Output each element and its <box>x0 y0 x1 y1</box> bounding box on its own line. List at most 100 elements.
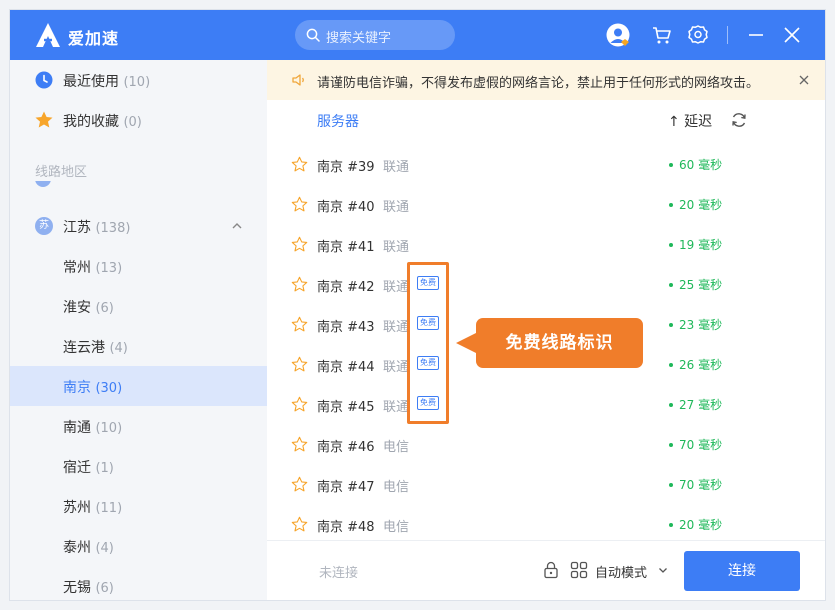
search-input[interactable]: 搜索关键字 <box>326 27 391 46</box>
connection-status: 未连接 <box>319 566 359 581</box>
province-icon: 苏 <box>35 217 53 235</box>
server-latency: 70 毫秒 <box>669 436 722 453</box>
sidebar-item-count: (6) <box>95 301 114 316</box>
server-row[interactable]: 南京 #42 联通 免费 25 毫秒 <box>267 265 825 305</box>
server-name: 南京 #45 <box>317 400 375 415</box>
chevron-up-icon[interactable] <box>232 222 242 230</box>
server-name: 南京 #39 <box>317 160 375 175</box>
callout-arrow <box>456 333 476 353</box>
sidebar-item-count: (4) <box>95 541 114 556</box>
server-row[interactable]: 南京 #39 联通 60 毫秒 <box>267 145 825 185</box>
column-header-server[interactable]: 服务器 <box>317 111 359 131</box>
favorite-star-icon[interactable] <box>291 196 308 213</box>
server-latency: 25 毫秒 <box>669 276 722 293</box>
sidebar-item-city[interactable]: 无锡 (6) <box>10 566 267 600</box>
sidebar-item-label: 宿迁 <box>63 460 91 476</box>
sidebar-item-label: 江苏 <box>63 220 91 236</box>
grid-mode-icon[interactable] <box>570 561 588 579</box>
sidebar-item-city[interactable]: 淮安 (6) <box>10 286 267 326</box>
sidebar-item-city[interactable]: 连云港 (4) <box>10 326 267 366</box>
favorite-star-icon[interactable] <box>291 516 308 533</box>
server-row[interactable]: 南京 #47 电信 70 毫秒 <box>267 465 825 505</box>
server-latency: 23 毫秒 <box>669 316 722 333</box>
server-isp: 联通 <box>383 280 410 295</box>
server-row[interactable]: 南京 #41 联通 19 毫秒 <box>267 225 825 265</box>
server-name: 南京 #41 <box>317 240 375 255</box>
sidebar-item-count: (1) <box>95 461 114 476</box>
notice-close-icon[interactable] <box>798 74 810 86</box>
sidebar-item-label: 连云港 <box>63 340 105 356</box>
sidebar-item-province-jiangsu[interactable]: 苏 江苏 (138) <box>10 206 267 246</box>
server-name: 南京 #47 <box>317 480 375 495</box>
server-row[interactable]: 南京 #40 联通 20 毫秒 <box>267 185 825 225</box>
favorite-star-icon[interactable] <box>291 236 308 253</box>
server-row[interactable]: 南京 #48 电信 20 毫秒 <box>267 505 825 545</box>
app-title: 爱加速 <box>68 29 120 48</box>
favorite-star-icon[interactable] <box>291 356 308 373</box>
server-name: 南京 #43 <box>317 320 375 335</box>
server-row[interactable]: 南京 #45 联通 免费 27 毫秒 <box>267 385 825 425</box>
cart-icon[interactable] <box>650 23 674 47</box>
gear-icon[interactable] <box>686 23 710 47</box>
favorite-star-icon[interactable] <box>291 316 308 333</box>
favorite-star-icon[interactable] <box>291 156 308 173</box>
sidebar-item-city[interactable]: 南通 (10) <box>10 406 267 446</box>
sidebar-item-label: 苏州 <box>63 500 91 516</box>
server-isp: 联通 <box>383 160 410 175</box>
sidebar-item-label: 淮安 <box>63 300 91 316</box>
title-bar: 爱加速 搜索关键字 <box>10 10 825 60</box>
server-name: 南京 #46 <box>317 440 375 455</box>
server-isp: 联通 <box>383 240 410 255</box>
favorite-star-icon[interactable] <box>291 396 308 413</box>
sidebar-item-city[interactable]: 苏州 (11) <box>10 486 267 526</box>
sidebar-item-city[interactable]: 常州 (13) <box>10 246 267 286</box>
sidebar-item-count: (10) <box>95 421 123 436</box>
server-isp: 电信 <box>383 520 410 535</box>
sidebar-item-recent[interactable]: 最近使用 (10) <box>10 60 267 100</box>
lock-icon[interactable] <box>542 561 560 579</box>
server-latency: 70 毫秒 <box>669 476 722 493</box>
search-icon <box>306 28 320 42</box>
speaker-icon <box>292 74 304 86</box>
sidebar-item-count: (30) <box>95 381 123 396</box>
server-name: 南京 #42 <box>317 280 375 295</box>
star-icon <box>35 111 53 128</box>
notice-bar: 请谨防电信诈骗，不得发布虚假的网络言论，禁止用于任何形式的网络攻击。 <box>267 60 825 100</box>
sidebar-item-label: 常州 <box>63 260 91 276</box>
connect-button[interactable]: 连接 <box>684 551 800 591</box>
server-latency: 60 毫秒 <box>669 156 722 173</box>
sort-by-delay[interactable]: ↑ 延迟 <box>668 111 712 131</box>
annotation-callout: 免费线路标识 <box>476 318 643 368</box>
sidebar-item-label: 南通 <box>63 420 91 436</box>
server-isp: 联通 <box>383 400 410 415</box>
sidebar-item-count: (4) <box>109 341 128 356</box>
sidebar-item-label: 泰州 <box>63 540 91 556</box>
sidebar-item-count: (138) <box>95 221 131 236</box>
mode-selector[interactable]: 自动模式 <box>595 562 647 581</box>
refresh-icon[interactable] <box>730 111 748 129</box>
sidebar-item-label: 最近使用 <box>63 74 119 90</box>
sidebar-item-city[interactable]: 宿迁 (1) <box>10 446 267 486</box>
server-name: 南京 #44 <box>317 360 375 375</box>
server-latency: 19 毫秒 <box>669 236 722 253</box>
sidebar-item-label: 南京 <box>63 380 91 396</box>
close-icon[interactable] <box>780 23 804 47</box>
server-name: 南京 #40 <box>317 200 375 215</box>
sidebar-item-city[interactable]: 泰州 (4) <box>10 526 267 566</box>
avatar-icon[interactable] <box>606 23 630 47</box>
search-box[interactable]: 搜索关键字 <box>295 20 455 50</box>
sidebar-item-favorites[interactable]: 我的收藏 (0) <box>10 100 267 140</box>
chevron-down-icon[interactable] <box>658 565 668 575</box>
favorite-star-icon[interactable] <box>291 276 308 293</box>
favorite-star-icon[interactable] <box>291 476 308 493</box>
sidebar-item-count: (0) <box>123 115 142 130</box>
server-isp: 联通 <box>383 320 410 335</box>
sidebar-item-city-selected[interactable]: 南京 (30) <box>10 366 267 406</box>
minimize-icon[interactable] <box>744 23 768 47</box>
app-window: 爱加速 搜索关键字 最近使用 (10) 我的收藏 (0) 线路地区 苏 江苏 (… <box>10 10 825 600</box>
server-latency: 20 毫秒 <box>669 196 722 213</box>
server-isp: 联通 <box>383 360 410 375</box>
server-row[interactable]: 南京 #46 电信 70 毫秒 <box>267 425 825 465</box>
app-logo-icon <box>36 23 60 47</box>
favorite-star-icon[interactable] <box>291 436 308 453</box>
